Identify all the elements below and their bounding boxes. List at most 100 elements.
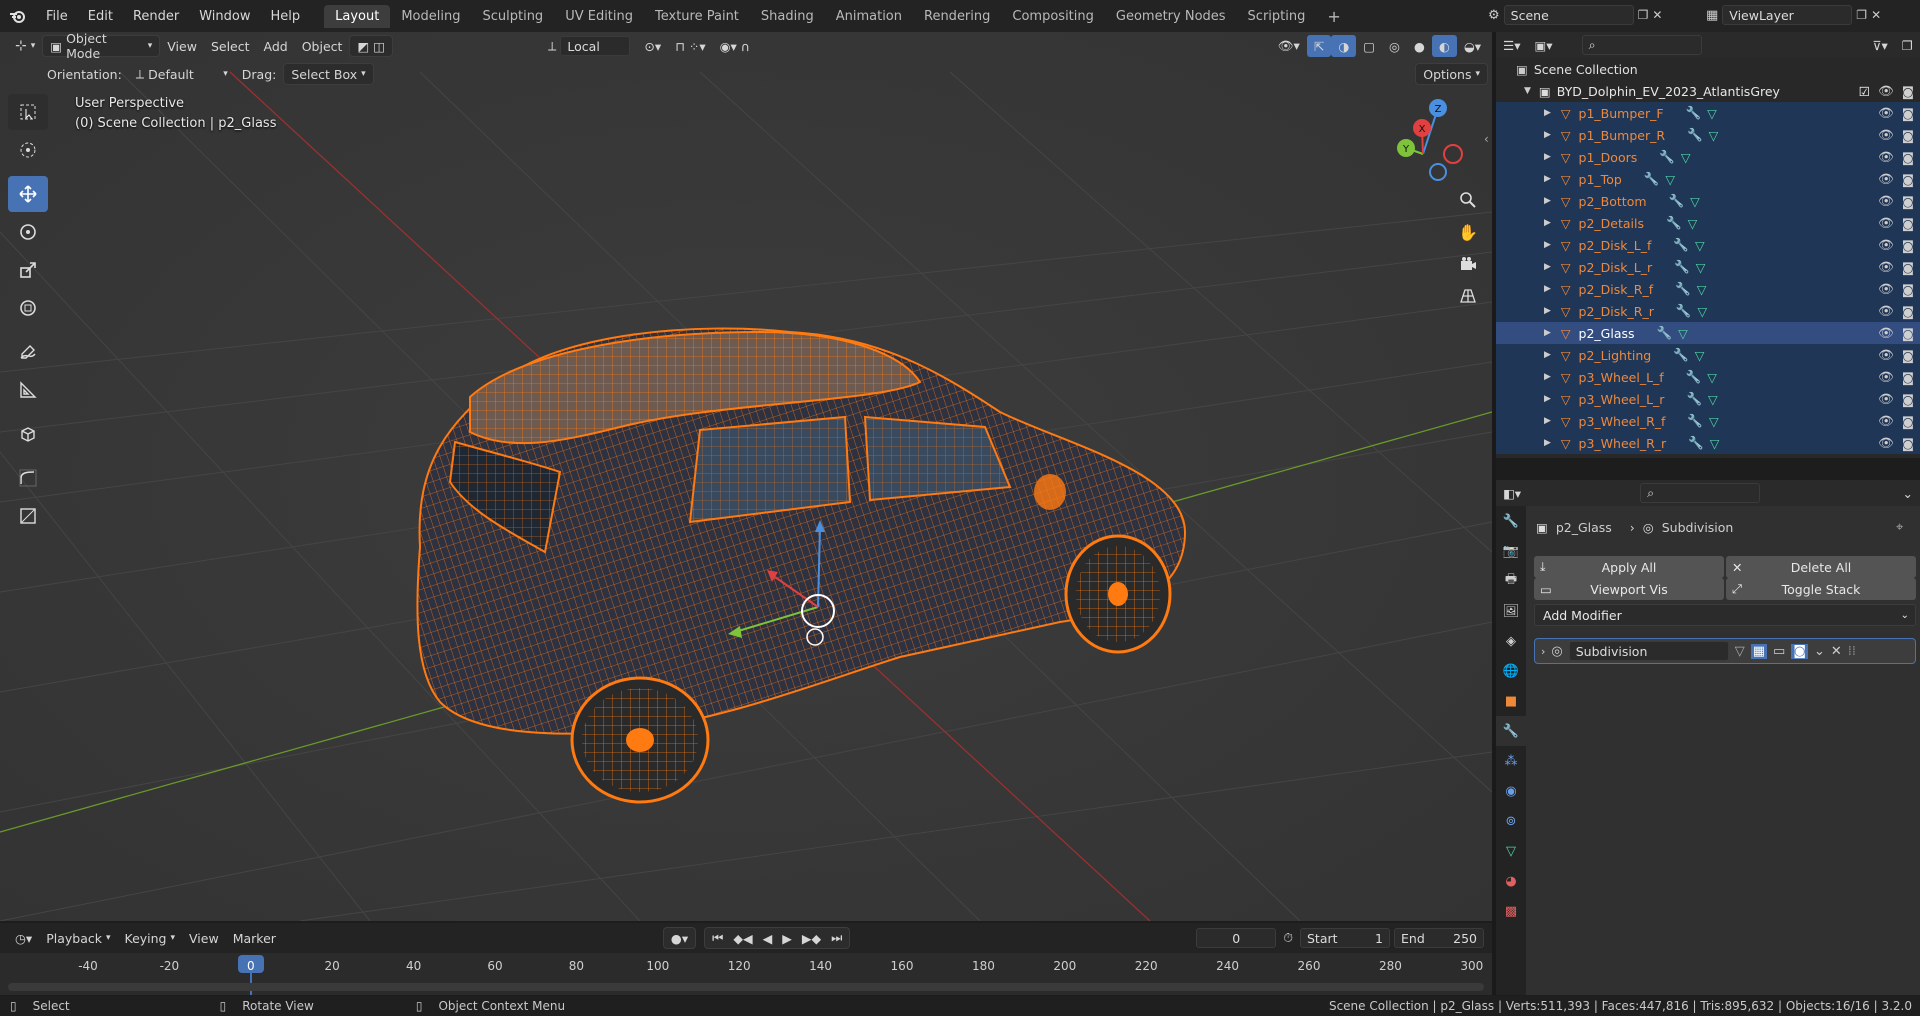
mesh-data-icon[interactable]: ▽	[1695, 238, 1705, 253]
eye-icon[interactable]: 👁	[1878, 435, 1894, 451]
close-viewlayer-icon[interactable]: ✕	[1871, 8, 1881, 22]
eye-icon[interactable]: 👁	[1878, 215, 1894, 231]
timeline-scrollbar[interactable]	[8, 983, 1484, 991]
expand-arrow-icon[interactable]: ▶	[1544, 174, 1551, 184]
snap-toggle[interactable]: ⊓ ⁘▾	[668, 35, 712, 57]
shear-tool-icon[interactable]	[8, 460, 48, 496]
output-tab-icon[interactable]: 🖶	[1496, 566, 1526, 596]
render-camera-icon[interactable]: ◙	[1902, 216, 1914, 231]
toggle-stack-button[interactable]: ⤢ Toggle Stack	[1726, 578, 1916, 600]
mesh-data-icon[interactable]: ▽	[1707, 106, 1717, 121]
viewlayer-icon[interactable]: ▦	[1706, 8, 1718, 23]
modifier-menu-icon[interactable]: ⌄	[1814, 644, 1825, 659]
outliner-item-p1-top[interactable]: ▶ ▽ p1_Top 🔧 ▽ 👁 ◙	[1496, 168, 1920, 190]
mesh-data-icon[interactable]: ▽	[1696, 260, 1706, 275]
render-tab-icon[interactable]: 📷	[1496, 536, 1526, 566]
render-camera-icon[interactable]: ◙	[1902, 260, 1914, 275]
zoom-icon[interactable]	[1454, 186, 1482, 214]
world-tab-icon[interactable]: 🌐	[1496, 656, 1526, 686]
checkbox-icon[interactable]: ☑	[1859, 84, 1870, 99]
edit-mode-icon[interactable]: ▽	[1735, 644, 1745, 659]
menu-help[interactable]: Help	[261, 9, 311, 24]
modifier-wrench-icon[interactable]: 🔧	[1687, 127, 1703, 143]
menu-object[interactable]: Object	[295, 35, 350, 57]
shading-wireframe-icon[interactable]: ◎	[1382, 35, 1407, 57]
outliner-item-p3-wheel-r-f[interactable]: ▶ ▽ p3_Wheel_R_f 🔧 ▽ 👁 ◙	[1496, 410, 1920, 432]
modifier-wrench-icon[interactable]: 🔧	[1676, 303, 1692, 319]
render-camera-icon[interactable]: ◙	[1902, 238, 1914, 253]
collapse-arrow-icon[interactable]: ▼	[1524, 86, 1531, 96]
scene-collection-row[interactable]: ▣ Scene Collection	[1496, 58, 1920, 80]
expand-arrow-icon[interactable]: ›	[1541, 645, 1545, 658]
display-mode-icon[interactable]: ▣▾	[1527, 34, 1559, 56]
particles-tab-icon[interactable]: ⁂	[1496, 746, 1526, 776]
modifier-wrench-icon[interactable]: 🔧	[1686, 369, 1702, 385]
mesh-data-icon[interactable]: ▽	[1688, 216, 1698, 231]
annotate-tool-icon[interactable]	[8, 334, 48, 370]
eye-icon[interactable]: 👁	[1878, 369, 1894, 385]
expand-arrow-icon[interactable]: ▶	[1544, 262, 1551, 272]
render-camera-icon[interactable]: ◙	[1902, 414, 1914, 429]
jump-start-icon[interactable]: ⏮	[712, 930, 723, 946]
mesh-data-icon[interactable]: ▽	[1665, 172, 1675, 187]
modifier-wrench-icon[interactable]: 🔧	[1673, 347, 1689, 363]
mode-dropdown[interactable]: ▣ Object Mode ▾	[42, 32, 161, 61]
copy-viewlayer-icon[interactable]: ❐	[1856, 8, 1867, 22]
scene-icon[interactable]: ⚙	[1488, 8, 1500, 23]
record-icon[interactable]: ●▾	[662, 927, 697, 949]
tab-rendering[interactable]: Rendering	[913, 5, 1001, 28]
gizmo-toggle[interactable]: ⇱	[1306, 35, 1332, 57]
cage-icon[interactable]: ▦	[1750, 643, 1768, 659]
collection-row[interactable]: ▼ ▣ BYD_Dolphin_EV_2023_AtlantisGrey ☑ 👁 ◙	[1496, 80, 1920, 102]
eye-icon[interactable]: 👁	[1878, 237, 1894, 253]
render-camera-icon[interactable]: ◙	[1902, 392, 1914, 407]
menu-file[interactable]: File	[36, 9, 78, 24]
expand-arrow-icon[interactable]: ▶	[1544, 108, 1551, 118]
render-camera-icon[interactable]: ◙	[1902, 348, 1914, 363]
tab-geometry-nodes[interactable]: Geometry Nodes	[1105, 5, 1237, 28]
eye-icon[interactable]: 👁	[1878, 413, 1894, 429]
realtime-monitor-icon[interactable]: ▭	[1773, 644, 1785, 659]
shading-solid-icon[interactable]: ●	[1407, 35, 1432, 57]
outliner-item-p1-bumper-f[interactable]: ▶ ▽ p1_Bumper_F 🔧 ▽ 👁 ◙	[1496, 102, 1920, 124]
mesh-data-icon[interactable]: ▽	[1690, 194, 1700, 209]
menu-window[interactable]: Window	[189, 9, 260, 24]
menu-edit[interactable]: Edit	[78, 9, 123, 24]
sidebar-toggle-icon[interactable]: ‹	[1484, 132, 1489, 146]
expand-arrow-icon[interactable]: ▶	[1544, 394, 1551, 404]
properties-search-input[interactable]: ⌕	[1640, 483, 1761, 503]
measure-tool-icon[interactable]	[8, 372, 48, 408]
viewlayer-field[interactable]: ViewLayer	[1722, 5, 1853, 25]
pan-hand-icon[interactable]: ✋	[1454, 218, 1482, 246]
modifier-wrench-icon[interactable]: 🔧	[1686, 391, 1702, 407]
current-frame-input[interactable]: 0	[1196, 928, 1277, 948]
play-icon[interactable]: ▶	[782, 931, 792, 946]
rotate-tool-icon[interactable]	[8, 214, 48, 250]
expand-arrow-icon[interactable]: ▶	[1544, 328, 1551, 338]
start-frame-input[interactable]: Start 1	[1300, 928, 1390, 948]
expand-arrow-icon[interactable]: ▶	[1544, 152, 1551, 162]
expand-arrow-icon[interactable]: ▶	[1544, 196, 1551, 206]
modifier-wrench-icon[interactable]: 🔧	[1644, 171, 1660, 187]
menu-select[interactable]: Select	[204, 35, 257, 57]
outliner-item-p1-bumper-r[interactable]: ▶ ▽ p1_Bumper_R 🔧 ▽ 👁 ◙	[1496, 124, 1920, 146]
mesh-data-icon[interactable]: ▽	[1708, 392, 1718, 407]
editor-type-icon[interactable]: ⊹ ▾	[8, 35, 42, 57]
modifier-wrench-icon[interactable]: 🔧	[1657, 325, 1673, 341]
tab-uv-editing[interactable]: UV Editing	[554, 5, 644, 28]
outliner-item-p2-disk-l-f[interactable]: ▶ ▽ p2_Disk_L_f 🔧 ▽ 👁 ◙	[1496, 234, 1920, 256]
modifier-wrench-icon[interactable]: 🔧	[1688, 435, 1704, 451]
eye-icon[interactable]: 👁	[1878, 193, 1894, 209]
shading-rendered-icon[interactable]: ◒▾	[1457, 35, 1488, 57]
move-tool-icon[interactable]	[8, 176, 48, 212]
eye-icon[interactable]: 👁	[1878, 127, 1894, 143]
pin-icon[interactable]: ⌖	[1896, 520, 1903, 535]
eye-icon[interactable]: 👁	[1878, 171, 1894, 187]
modifier-wrench-icon[interactable]: 🔧	[1666, 215, 1682, 231]
render-camera-icon[interactable]: ◙	[1902, 282, 1914, 297]
properties-options-icon[interactable]: ⌄	[1896, 482, 1920, 504]
copy-scene-icon[interactable]: ❐	[1638, 8, 1649, 22]
constraints-tab-icon[interactable]: ⊚	[1496, 806, 1526, 836]
expand-arrow-icon[interactable]: ▶	[1544, 240, 1551, 250]
options-dropdown[interactable]: Options ▾	[1415, 63, 1488, 85]
